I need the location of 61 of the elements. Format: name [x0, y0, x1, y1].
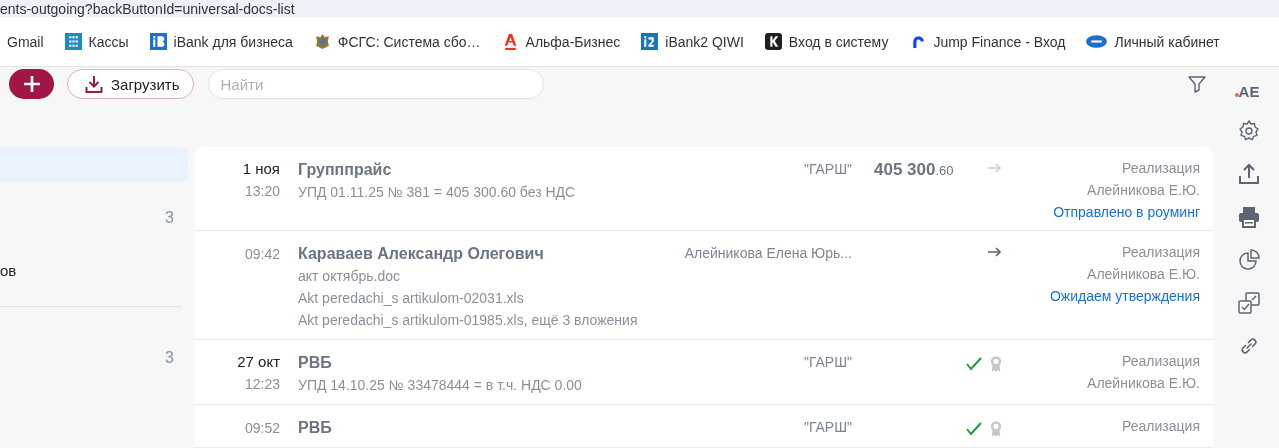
upload-button[interactable]: Загрузить — [67, 69, 194, 99]
document-type: Реализация — [1122, 353, 1200, 369]
add-button[interactable] — [9, 69, 54, 99]
organization-name: "ГАРШ" — [803, 354, 852, 370]
bookmark[interactable]: iBank для бизнеса — [149, 33, 293, 50]
status-link[interactable]: Отправлено в роуминг — [1053, 204, 1200, 220]
bookmark[interactable]: Альфа-Бизнес — [501, 33, 621, 50]
oval-logo-icon — [1086, 33, 1108, 50]
document-amount: 405 300.60 — [874, 160, 954, 179]
pie-chart-icon[interactable] — [1237, 248, 1261, 272]
download-icon — [84, 74, 104, 94]
bank-logo-icon — [641, 33, 659, 50]
user-initials[interactable]: AE — [1238, 83, 1260, 100]
search-field[interactable]: Найти — [207, 69, 544, 99]
bookmark[interactable]: Вход в систему — [764, 33, 889, 50]
plus-icon — [21, 74, 42, 94]
document-row[interactable]: 1 ноя 13:20 Групппрайс УПД 01.11.25 № 381 = 405 300.60 без НДС "ГАРШ" 405 300.60 Реализация Алейникова Е.Ю. Отправлено в роуминг — [194, 147, 1213, 231]
responsible-person: Алейникова Е.Ю. — [1087, 182, 1200, 198]
emblem-icon — [313, 33, 331, 50]
upload-icon[interactable] — [1237, 162, 1261, 186]
checkbox-copy-icon[interactable] — [1237, 291, 1261, 315]
sidebar-item[interactable]: ов — [0, 253, 188, 288]
letter-logo-icon — [764, 33, 782, 50]
document-time: 09:42 — [244, 246, 280, 262]
bookmark[interactable]: ФСГС: Система сбо… — [313, 33, 481, 50]
document-description: Akt peredachi_s artikulom-02031.xls — [298, 290, 525, 307]
bank-logo-icon — [149, 33, 167, 50]
document-type: Реализация — [1122, 160, 1200, 176]
document-type: Реализация — [1122, 244, 1200, 260]
document-type: Реализация — [1122, 418, 1200, 434]
document-row[interactable]: 09:52 РВБ "ГАРШ" Реализация — [194, 405, 1213, 448]
counterparty-name: РВБ — [298, 418, 333, 437]
organization-name: "ГАРШ" — [803, 161, 852, 177]
counterparty-name: РВБ — [298, 353, 333, 372]
counterparty-name: Групппрайс — [298, 160, 393, 179]
bookmark[interactable]: Личный кабинет — [1086, 33, 1220, 50]
bookmark[interactable]: Кассы — [64, 33, 129, 50]
counterparty-name: Караваев Александр Олегович — [298, 244, 545, 263]
document-time: 12:23 — [244, 376, 280, 392]
responsible-person: Алейникова Е.Ю. — [1087, 266, 1200, 282]
bookmark[interactable]: iBank2 QIWI — [641, 33, 744, 50]
responsible-person: Алейникова Е.Ю. — [1087, 375, 1200, 391]
status-link[interactable]: Ожидаем утверждения — [1049, 288, 1200, 304]
document-time: 13:20 — [244, 183, 280, 199]
document-date: 27 окт — [237, 353, 280, 370]
document-description: УПД 14.10.25 № 33478444 = в т.ч. НДС 0.00 — [298, 377, 583, 394]
settings-icon[interactable] — [1237, 119, 1261, 143]
organization-name: "ГАРШ" — [803, 419, 852, 435]
filter-icon[interactable] — [1187, 74, 1207, 94]
document-date: 1 ноя — [242, 160, 280, 177]
address-text[interactable]: ents-outgoing?backButtonId=universal-docs-list — [0, 2, 295, 17]
organization-name: Алейникова Елена Юрь... — [684, 245, 852, 261]
bookmark[interactable]: Gmail — [7, 33, 44, 50]
document-description: Akt peredachi_s artikulom-01985.xls, ещё 3 вложения — [298, 312, 639, 329]
document-time: 09:52 — [244, 420, 280, 436]
document-description: акт октябрь.doc — [298, 268, 401, 285]
printer-icon[interactable] — [1237, 205, 1261, 229]
document-row[interactable]: 27 окт 12:23 РВБ УПД 14.10.25 № 33478444 = в т.ч. НДС 0.00 "ГАРШ" Реализация Алейникова Е.Ю. — [194, 340, 1213, 405]
bookmark[interactable]: Jump Finance - Вход — [909, 33, 1066, 50]
document-description: УПД 01.11.25 № 381 = 405 300.60 без НДС — [298, 184, 577, 201]
grid-icon — [64, 33, 82, 50]
